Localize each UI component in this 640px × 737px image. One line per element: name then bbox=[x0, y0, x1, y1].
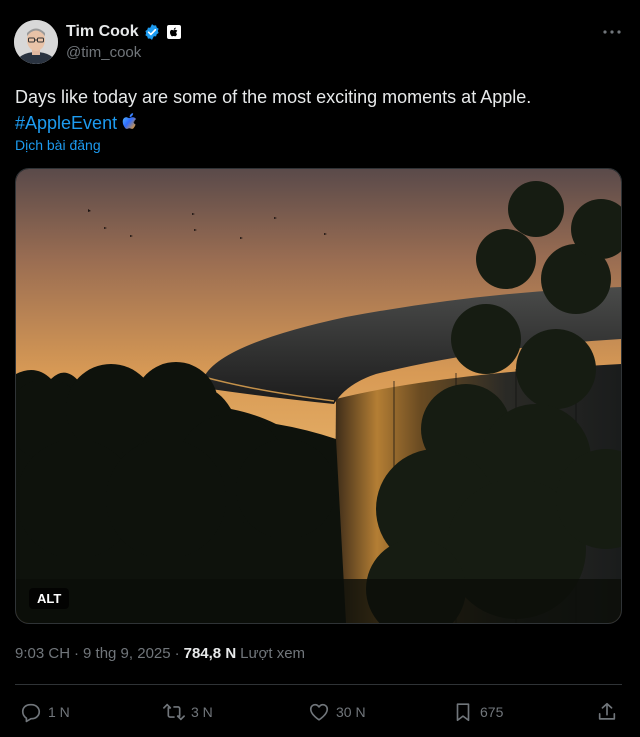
reply-button[interactable]: 1 N bbox=[20, 697, 70, 727]
post-time[interactable]: 9:03 CH bbox=[15, 645, 70, 662]
sunset-campus-photo bbox=[16, 169, 621, 623]
post-date[interactable]: 9 thg 9, 2025 bbox=[83, 645, 171, 662]
post-body: Days like today are some of the most exc… bbox=[15, 87, 532, 107]
author-handle[interactable]: @tim_cook bbox=[66, 44, 141, 61]
post-image[interactable]: ALT bbox=[15, 168, 622, 624]
meta-separator-2: · bbox=[174, 645, 180, 662]
avatar-photo bbox=[14, 20, 58, 64]
apple-logo-icon[interactable] bbox=[166, 25, 181, 39]
meta-separator: · bbox=[74, 645, 80, 662]
post-text: Days like today are some of the most exc… bbox=[15, 84, 615, 136]
views-label: Lượt xem bbox=[240, 645, 306, 662]
reply-count: 1 N bbox=[48, 704, 70, 720]
share-icon bbox=[598, 702, 616, 720]
views-count: 784,8 N bbox=[183, 645, 237, 662]
alt-text-button[interactable]: ALT bbox=[29, 588, 70, 609]
more-dots-icon bbox=[603, 30, 621, 34]
hashtag-link[interactable]: #AppleEvent bbox=[15, 113, 117, 133]
heart-icon bbox=[309, 703, 329, 721]
repost-button[interactable]: 3 N bbox=[163, 697, 213, 727]
share-button[interactable] bbox=[596, 697, 618, 727]
like-count: 30 N bbox=[336, 704, 366, 720]
translate-post-link[interactable]: Dịch bài đăng bbox=[15, 137, 101, 153]
bookmark-icon bbox=[456, 703, 470, 722]
like-button[interactable]: 30 N bbox=[308, 697, 366, 727]
bookmark-count: 675 bbox=[480, 704, 504, 720]
post: Tim Cook @tim_cook Days like today are s… bbox=[0, 0, 640, 737]
reply-icon bbox=[21, 703, 41, 723]
author-display-name[interactable]: Tim Cook bbox=[66, 23, 139, 41]
apple-event-emoji-icon bbox=[120, 112, 140, 132]
repost-icon bbox=[163, 703, 185, 721]
divider bbox=[15, 684, 622, 685]
verified-badge-icon bbox=[145, 24, 159, 40]
post-meta: 9:03 CH · 9 thg 9, 2025 · 784,8 N Lượt x… bbox=[15, 645, 305, 662]
author-name-row: Tim Cook bbox=[66, 22, 181, 42]
more-options-button[interactable] bbox=[602, 22, 622, 42]
bookmark-button[interactable]: 675 bbox=[452, 697, 503, 727]
repost-count: 3 N bbox=[191, 704, 213, 720]
action-bar: 1 N 3 N 30 N 675 bbox=[0, 697, 640, 727]
avatar[interactable] bbox=[14, 20, 58, 64]
